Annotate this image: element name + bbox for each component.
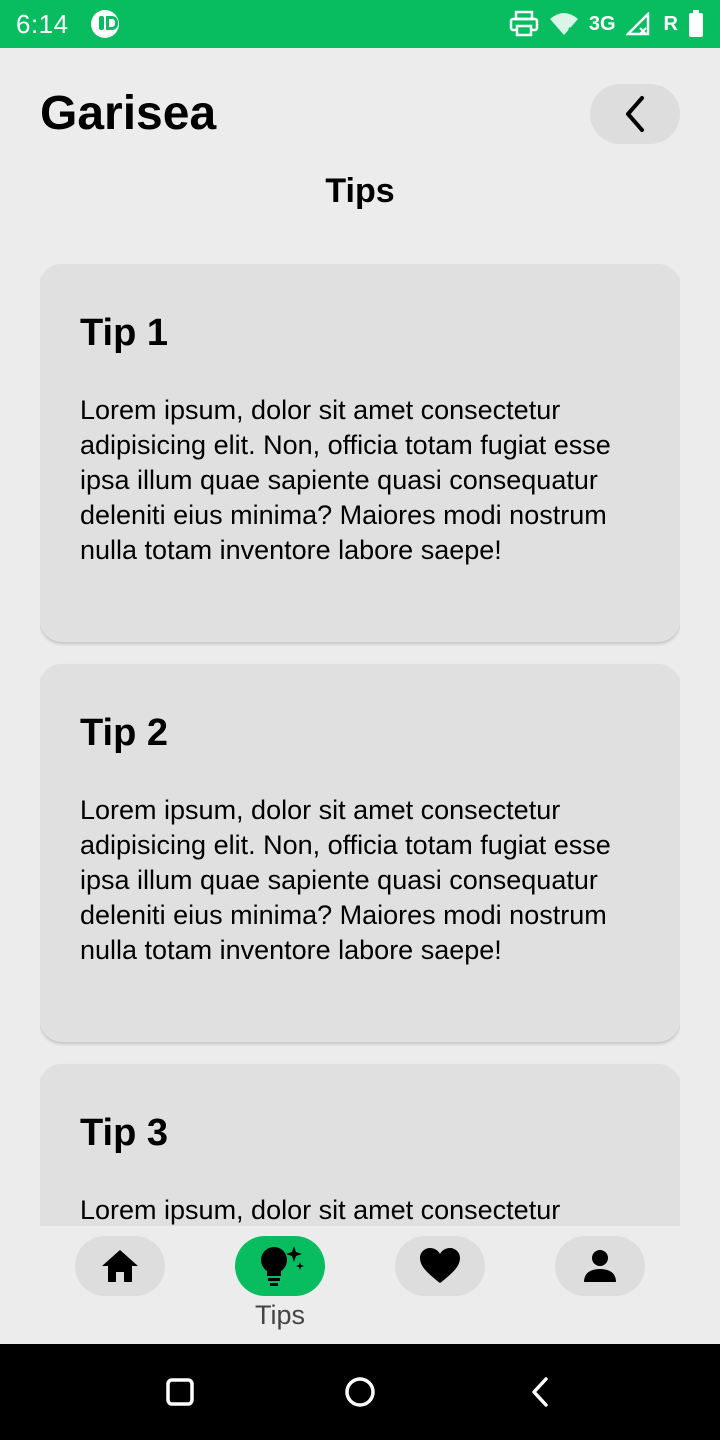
tips-list[interactable]: Tip 1 Lorem ipsum, dolor sit amet consec… [40, 264, 680, 1226]
status-bar: 6:14 3G R [0, 0, 720, 48]
tip-card: Tip 3 Lorem ipsum, dolor sit amet consec… [40, 1064, 680, 1226]
heart-icon [420, 1248, 460, 1283]
square-icon [166, 1378, 194, 1406]
tip-card: Tip 2 Lorem ipsum, dolor sit amet consec… [40, 664, 680, 1042]
back-triangle-icon [532, 1377, 548, 1407]
circle-icon [345, 1377, 375, 1407]
print-icon [509, 10, 539, 37]
tip-title: Tip 3 [80, 1112, 168, 1154]
nav-profile-button[interactable] [555, 1236, 645, 1296]
bottom-nav: Tips [0, 1226, 720, 1344]
chevron-left-icon [626, 96, 644, 132]
nav-home-button[interactable] [75, 1236, 165, 1296]
back-button[interactable] [590, 84, 680, 144]
home-icon [102, 1250, 138, 1282]
tip-body: Lorem ipsum, dolor sit amet consectetur … [80, 795, 611, 965]
nav-active-label: Tips [254, 1300, 305, 1330]
system-back-button[interactable] [520, 1372, 560, 1412]
tip-title: Tip 1 [80, 312, 168, 354]
nav-favorites-button[interactable] [395, 1236, 485, 1296]
page-title: Tips [325, 172, 395, 210]
tip-title: Tip 2 [80, 712, 168, 754]
system-nav-bar [0, 1344, 720, 1440]
system-home-button[interactable] [340, 1372, 380, 1412]
app-notification-icon [90, 10, 119, 38]
battery-icon [689, 10, 703, 37]
recents-button[interactable] [160, 1372, 200, 1412]
network-type: 3G [588, 12, 616, 35]
status-time: 6:14 [16, 8, 69, 39]
app-title: Garisea [40, 87, 217, 140]
person-icon [584, 1250, 616, 1282]
tip-body: Lorem ipsum, dolor sit amet consectetur [80, 1195, 561, 1225]
status-indicators: 3G R [509, 10, 704, 38]
tip-card: Tip 1 Lorem ipsum, dolor sit amet consec… [40, 264, 680, 642]
lightbulb-icon [261, 1246, 304, 1286]
roaming-indicator: R [663, 12, 678, 35]
tip-body: Lorem ipsum, dolor sit amet consectetur … [80, 395, 611, 565]
wifi-icon [549, 13, 578, 35]
signal-icon [625, 12, 649, 36]
nav-tips-button[interactable] [235, 1236, 325, 1296]
